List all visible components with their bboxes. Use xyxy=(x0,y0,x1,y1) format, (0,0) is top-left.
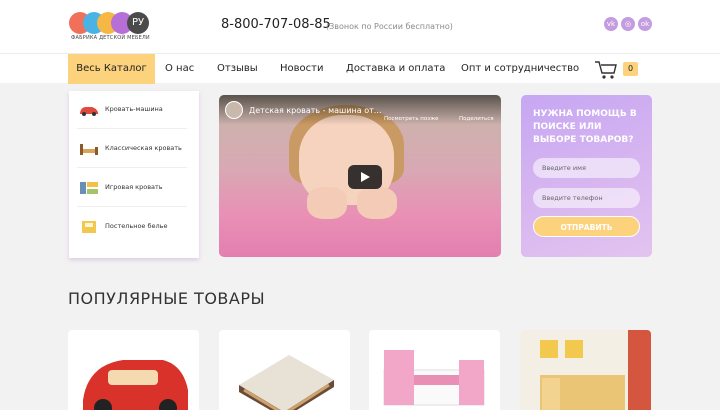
product-image-car-bed xyxy=(83,360,188,410)
phone-note: (Звонок по России бесплатно) xyxy=(326,22,453,31)
phone-input[interactable]: Введите телефон xyxy=(533,188,640,208)
video-title[interactable]: Детская кровать - машина от... xyxy=(249,106,381,115)
nav-item-delivery[interactable]: Доставка и оплата xyxy=(346,54,445,84)
vk-icon[interactable]: vk xyxy=(604,17,618,31)
product-card[interactable] xyxy=(219,330,350,410)
popular-products-title: ПОПУЛЯРНЫЕ ТОВАРЫ xyxy=(68,289,266,308)
help-form-title: НУЖНА ПОМОЩЬ В ПОИСКЕ ИЛИ ВЫБОРЕ ТОВАРОВ… xyxy=(533,109,637,145)
product-image-kids-bed xyxy=(383,350,485,406)
instagram-icon[interactable]: ◎ xyxy=(621,17,635,31)
play-bed-icon xyxy=(80,182,98,194)
cart-icon[interactable] xyxy=(594,60,618,80)
product-image-mattress xyxy=(239,355,334,410)
catalog-item-label: Классическая кровать xyxy=(105,144,182,152)
catalog-menu: Кровать-машина Классическая кровать Игро… xyxy=(69,91,199,258)
video-thumbnail-hand xyxy=(357,187,397,219)
watch-later-label[interactable]: Посмотреть позже xyxy=(384,116,439,122)
catalog-item-bedding[interactable]: Постельное белье xyxy=(77,208,187,246)
share-label[interactable]: Поделиться xyxy=(459,116,494,122)
catalog-item-label: Кровать-машина xyxy=(105,105,163,113)
logo[interactable]: РУ ФАБРИКА ДЕТСКОЙ МЕБЕЛИ xyxy=(69,12,151,42)
product-card[interactable] xyxy=(520,330,651,410)
video-player[interactable]: Детская кровать - машина от... Посмотрет… xyxy=(219,95,501,257)
video-thumbnail-hand xyxy=(307,187,347,219)
catalog-item-label: Игровая кровать xyxy=(105,183,163,191)
classic-bed-icon xyxy=(80,144,98,155)
bedding-icon xyxy=(82,221,96,233)
nav-item-reviews[interactable]: Отзывы xyxy=(217,54,258,84)
help-form: НУЖНА ПОМОЩЬ В ПОИСКЕ ИЛИ ВЫБОРЕ ТОВАРОВ… xyxy=(521,95,652,257)
nav-catalog-button[interactable]: Весь Каталог xyxy=(68,54,155,84)
catalog-item-classic-bed[interactable]: Классическая кровать xyxy=(77,130,187,168)
catalog-item-play-bed[interactable]: Игровая кровать xyxy=(77,169,187,207)
nav-item-about[interactable]: О нас xyxy=(165,54,194,84)
nav-item-news[interactable]: Новости xyxy=(280,54,323,84)
odnoklassniki-icon[interactable]: ok xyxy=(638,17,652,31)
catalog-item-car-bed[interactable]: Кровать-машина xyxy=(77,91,187,129)
main-nav: Весь Каталог О нас Отзывы Новости Достав… xyxy=(0,53,720,84)
phone-number[interactable]: 8-800-707-08-85 xyxy=(221,17,331,32)
product-card[interactable] xyxy=(68,330,199,410)
name-input[interactable]: Введите имя xyxy=(533,158,640,178)
product-card[interactable] xyxy=(369,330,500,410)
play-button[interactable] xyxy=(348,165,382,189)
logo-ru-badge: РУ xyxy=(127,12,149,34)
page: РУ ФАБРИКА ДЕТСКОЙ МЕБЕЛИ 8-800-707-08-8… xyxy=(0,0,720,410)
cart-count-badge: 0 xyxy=(623,62,638,76)
nav-item-wholesale[interactable]: Опт и сотрудничество xyxy=(461,54,579,84)
car-bed-icon xyxy=(80,107,98,116)
logo-subtitle: ФАБРИКА ДЕТСКОЙ МЕБЕЛИ xyxy=(71,35,150,41)
catalog-item-label: Постельное белье xyxy=(105,222,168,230)
header: РУ ФАБРИКА ДЕТСКОЙ МЕБЕЛИ 8-800-707-08-8… xyxy=(0,0,720,53)
send-button[interactable]: ОТПРАВИТЬ xyxy=(533,216,640,237)
channel-avatar[interactable] xyxy=(225,101,243,119)
product-image-loft-bed xyxy=(520,330,651,410)
